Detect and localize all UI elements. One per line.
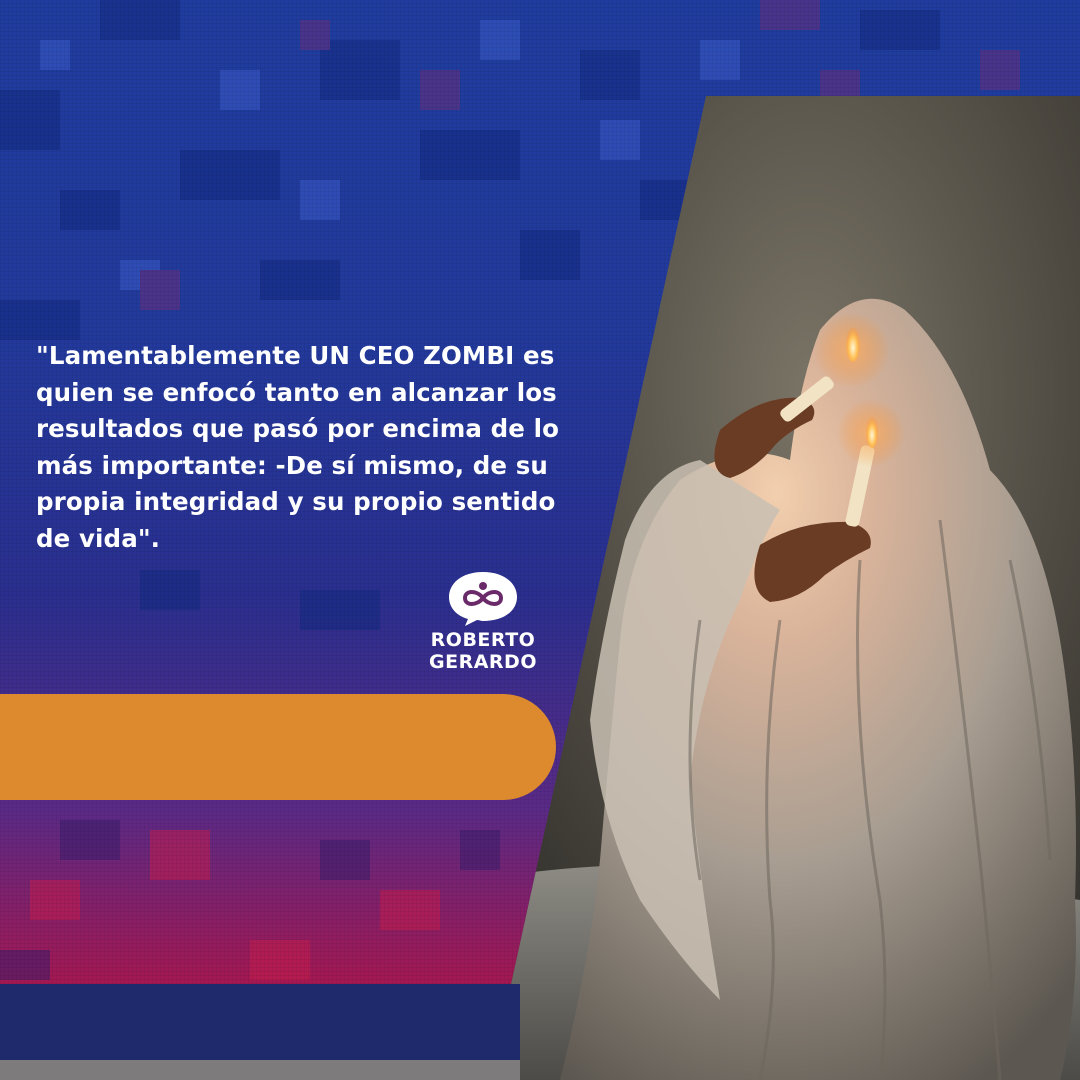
orange-accent-bar xyxy=(0,694,556,800)
roberto-gerardo-logo: ROBERTO GERARDO xyxy=(418,568,548,672)
quote-text: "Lamentablemente UN CEO ZOMBI es quien s… xyxy=(36,341,560,553)
logo-speech-bubble-icon xyxy=(449,572,517,626)
bottom-gray-strip xyxy=(0,1060,520,1080)
bottom-navy-band xyxy=(0,984,520,1060)
logo-line-2: GERARDO xyxy=(429,651,537,673)
logo-line-1: ROBERTO xyxy=(430,629,536,651)
